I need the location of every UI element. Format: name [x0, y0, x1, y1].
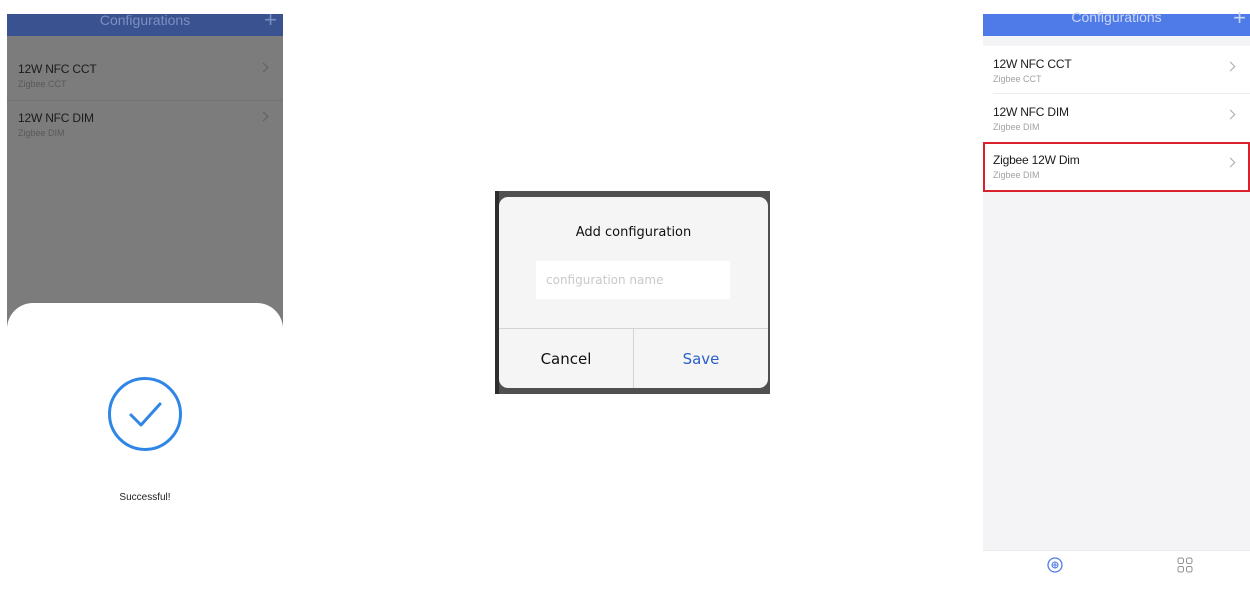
item-name: 12W NFC CCT — [993, 57, 1072, 71]
save-button[interactable]: Save — [634, 329, 768, 388]
grid-icon[interactable] — [1175, 555, 1195, 575]
list-empty-area — [983, 192, 1250, 550]
item-name: 12W NFC DIM — [993, 105, 1069, 119]
bottom-nav — [983, 550, 1250, 580]
right-screen: Configurations + 12W NFC CCT Zigbee CCT … — [983, 0, 1250, 580]
add-configuration-dialog: Add configuration Cancel Save — [499, 197, 768, 388]
item-type: Zigbee CCT — [18, 79, 67, 89]
app-header: Configurations + — [7, 14, 283, 36]
configuration-name-input[interactable] — [536, 261, 730, 299]
item-name: 12W NFC CCT — [18, 62, 97, 76]
list-spacer — [983, 36, 1250, 46]
app-header: Configurations + — [983, 7, 1250, 36]
list-item[interactable]: 12W NFC CCT Zigbee CCT — [7, 52, 283, 101]
success-message: Successful! — [119, 492, 171, 503]
dialog-overlay: Add configuration Cancel Save — [495, 191, 770, 394]
item-type: Zigbee DIM — [993, 170, 1040, 180]
list-item[interactable]: 12W NFC DIM Zigbee DIM — [7, 101, 283, 149]
dialog-title: Add configuration — [575, 225, 692, 240]
list-item[interactable]: 12W NFC CCT Zigbee CCT — [983, 46, 1250, 94]
list-item-highlighted[interactable]: Zigbee 12W Dim Zigbee DIM — [983, 142, 1250, 192]
item-type: Zigbee DIM — [18, 128, 65, 138]
page-title: Configurations — [1071, 9, 1162, 25]
item-name: Zigbee 12W Dim — [993, 153, 1080, 167]
plus-icon[interactable]: + — [264, 14, 277, 31]
item-name: 12W NFC DIM — [18, 111, 94, 125]
plus-icon[interactable]: + — [1233, 7, 1246, 29]
item-type: Zigbee DIM — [993, 122, 1040, 132]
list-item[interactable]: 12W NFC DIM Zigbee DIM — [983, 94, 1250, 142]
left-screen: Configurations + 12W NFC CCT Zigbee CCT … — [7, 14, 283, 590]
chevron-right-icon — [1225, 61, 1236, 72]
chevron-right-icon — [258, 62, 269, 73]
chevron-right-icon — [1225, 157, 1236, 168]
home-icon[interactable] — [1045, 555, 1065, 575]
item-type: Zigbee CCT — [993, 74, 1042, 84]
page-title: Configurations — [99, 14, 191, 28]
check-circle-icon — [108, 377, 182, 451]
cancel-button[interactable]: Cancel — [499, 329, 633, 388]
success-sheet: Successful! — [7, 303, 283, 590]
chevron-right-icon — [258, 111, 269, 122]
chevron-right-icon — [1225, 109, 1236, 120]
